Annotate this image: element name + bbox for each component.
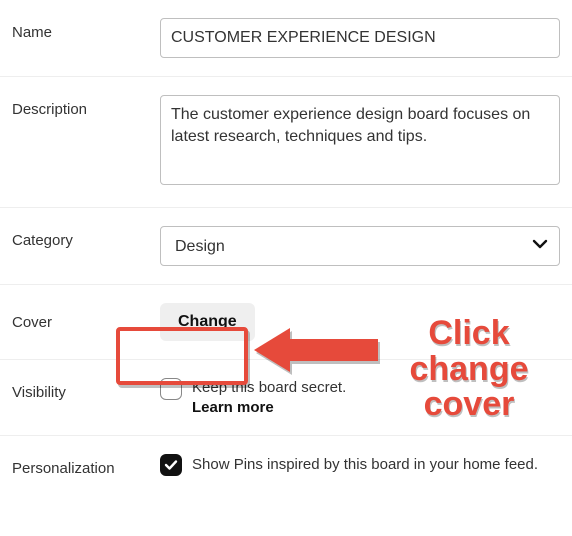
visibility-checkbox[interactable] <box>160 378 182 400</box>
row-name: Name <box>0 0 572 77</box>
personalization-checkbox[interactable] <box>160 454 182 476</box>
check-icon <box>164 458 178 472</box>
change-cover-button[interactable]: Change <box>160 303 255 341</box>
visibility-check-row: Keep this board secret. Learn more <box>160 378 560 417</box>
visibility-text: Keep this board secret. <box>192 379 346 396</box>
field-description: The customer experience design board foc… <box>160 95 560 189</box>
name-input[interactable] <box>160 18 560 58</box>
visibility-text-wrap: Keep this board secret. Learn more <box>192 378 346 417</box>
label-cover: Cover <box>12 314 160 331</box>
label-visibility: Visibility <box>12 378 160 401</box>
field-name <box>160 18 560 58</box>
learn-more-link[interactable]: Learn more <box>192 398 346 418</box>
label-description: Description <box>12 95 160 118</box>
row-visibility: Visibility Keep this board secret. Learn… <box>0 360 572 436</box>
label-name: Name <box>12 18 160 41</box>
description-textarea[interactable]: The customer experience design board foc… <box>160 95 560 185</box>
personalization-check-row: Show Pins inspired by this board in your… <box>160 454 560 476</box>
category-select[interactable]: Design <box>160 226 560 266</box>
field-cover: Change <box>160 303 560 341</box>
personalization-text: Show Pins inspired by this board in your… <box>192 455 538 475</box>
label-category: Category <box>12 226 160 249</box>
category-select-wrap: Design <box>160 226 560 266</box>
field-visibility: Keep this board secret. Learn more <box>160 378 560 417</box>
row-description: Description The customer experience desi… <box>0 77 572 208</box>
field-personalization: Show Pins inspired by this board in your… <box>160 454 560 476</box>
field-category: Design <box>160 226 560 266</box>
row-personalization: Personalization Show Pins inspired by th… <box>0 436 572 495</box>
row-cover: Cover Change <box>0 285 572 360</box>
label-personalization: Personalization <box>12 454 160 477</box>
row-category: Category Design <box>0 208 572 285</box>
